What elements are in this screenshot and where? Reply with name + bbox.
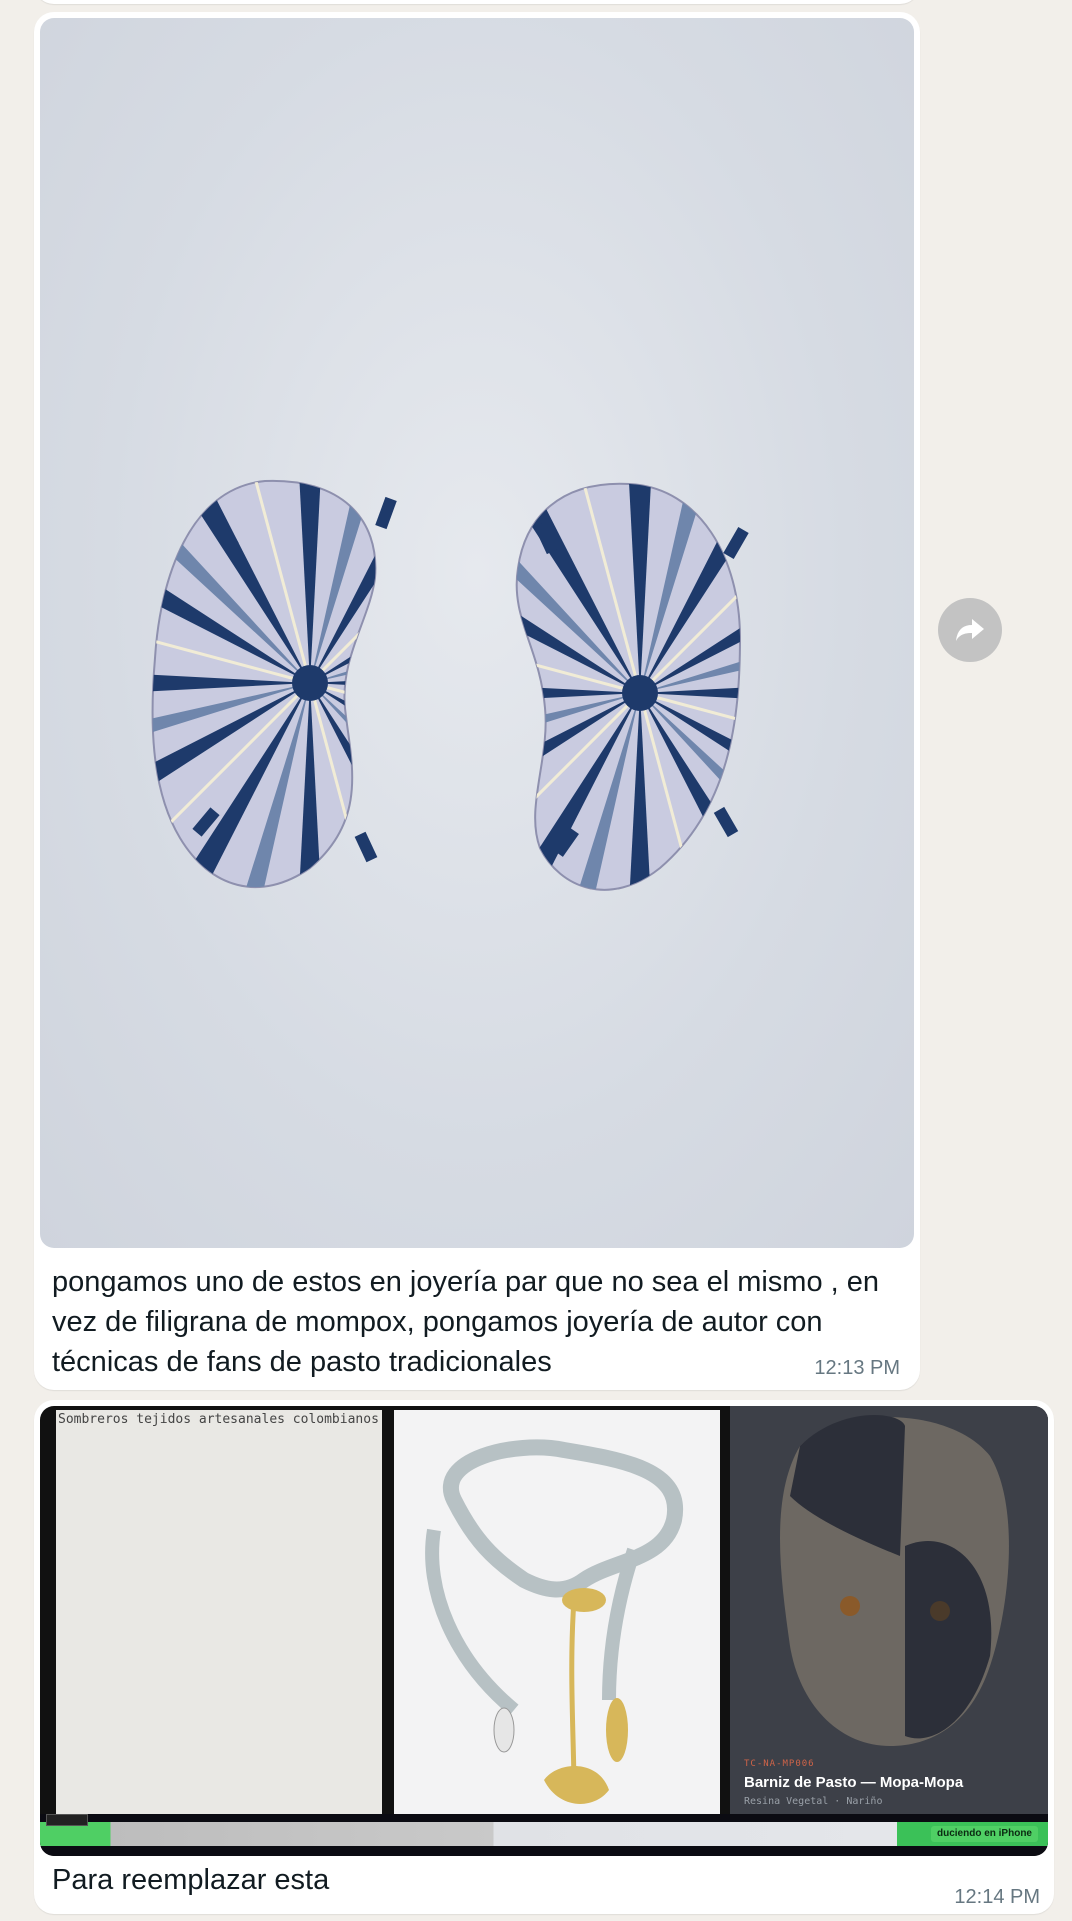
message-timestamp: 12:13 PM [814, 1357, 900, 1379]
broken-image-alt-text: Sombreros tejidos artesanales colombiano… [58, 1412, 379, 1427]
dock-strip [40, 1822, 1048, 1846]
screenshot-image[interactable]: Sombreros tejidos artesanales colombiano… [40, 1406, 1048, 1856]
broken-image-panel: Sombreros tejidos artesanales colombiano… [56, 1410, 382, 1814]
left-earring [151, 479, 397, 889]
message-text: pongamos uno de estos en joyería par que… [52, 1266, 880, 1378]
card-tag: TC-NA-MP006 [744, 1759, 815, 1769]
message-timestamp: 12:14 PM [954, 1886, 1040, 1908]
message-bubble-1[interactable]: pongamos uno de estos en joyería par que… [34, 12, 920, 1390]
taskbar: duciendo en iPhone [40, 1814, 1048, 1856]
message-text: Para reemplazar esta [52, 1864, 330, 1896]
card-title: Barniz de Pasto — Mopa-Mopa [744, 1774, 964, 1791]
right-earring [515, 482, 749, 891]
dock-app-icon [46, 1814, 88, 1826]
message-bubble-2[interactable]: Sombreros tejidos artesanales colombiano… [34, 1400, 1054, 1914]
mopa-mopa-card[interactable]: TC-NA-MP006 Barniz de Pasto — Mopa-Mopa … [730, 1406, 1048, 1814]
earrings-photo[interactable] [40, 18, 914, 1248]
dock-status-pill: duciendo en iPhone [930, 1826, 1038, 1842]
forward-button[interactable] [938, 598, 1002, 662]
previous-message-bubble [34, 0, 920, 4]
necklace-image-panel [394, 1410, 720, 1814]
forward-arrow-icon [956, 619, 984, 641]
card-subtitle: Resina Vegetal · Nariño [744, 1796, 883, 1807]
